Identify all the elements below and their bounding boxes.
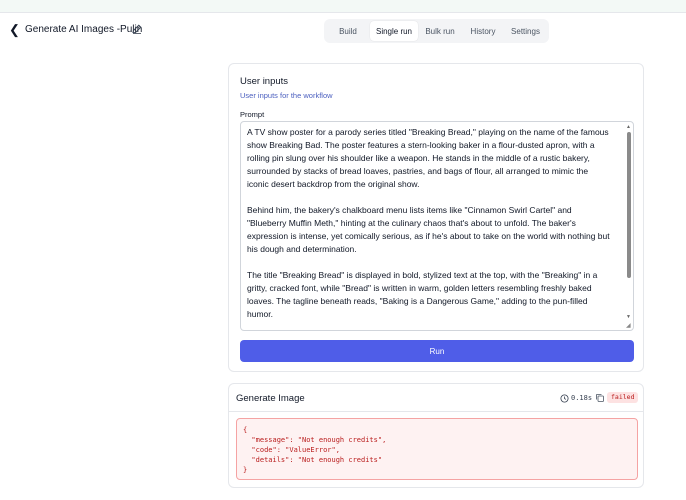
card-subtitle: User inputs for the workflow [240,91,333,100]
status-badge: failed [607,392,639,403]
run-mode-tabs: Build Single run Bulk run History Settin… [324,19,549,43]
error-output: { "message": "Not enough credits", "code… [236,418,638,480]
top-strip [0,0,686,13]
pencil-icon[interactable] [131,23,143,35]
clock-icon [560,394,569,403]
tab-settings[interactable]: Settings [504,21,547,41]
resize-handle-icon[interactable]: ◢ [626,323,632,329]
divider [229,411,643,412]
prompt-textarea[interactable]: A TV show poster for a parody series tit… [240,121,634,331]
tab-label: Bulk run [425,26,455,36]
chevron-left-icon[interactable]: ❮ [9,23,23,37]
tab-label: Settings [511,26,540,36]
tab-bulk-run[interactable]: Bulk run [418,21,462,41]
page-title: Generate AI Images -Pulin [25,24,143,35]
card-title: User inputs [240,76,289,87]
scroll-up-icon[interactable]: ▲ [626,124,631,130]
scroll-down-icon[interactable]: ▼ [626,314,631,320]
user-inputs-card: User inputs User inputs for the workflow… [228,63,644,372]
tab-label: Single run [375,26,413,36]
run-button-label: Run [429,346,445,356]
tab-label: Build [339,26,357,36]
tab-history[interactable]: History [462,21,504,41]
tab-single-run[interactable]: Single run [370,21,418,41]
run-duration: 0.18s [571,394,593,402]
prompt-value[interactable]: A TV show poster for a parody series tit… [247,126,623,321]
copy-icon[interactable] [595,393,605,403]
node-title: Generate Image [236,393,305,404]
tab-label: History [470,26,496,36]
run-button[interactable]: Run [240,340,634,362]
scroll-thumb[interactable] [627,132,631,278]
generate-image-card: Generate Image 0.18s failed { "message":… [228,383,644,488]
error-json: { "message": "Not enough credits", "code… [243,426,387,474]
prompt-scrollbar[interactable]: ▲ ▼ [625,124,632,329]
tab-build[interactable]: Build [326,21,370,41]
prompt-label: Prompt [240,110,265,119]
